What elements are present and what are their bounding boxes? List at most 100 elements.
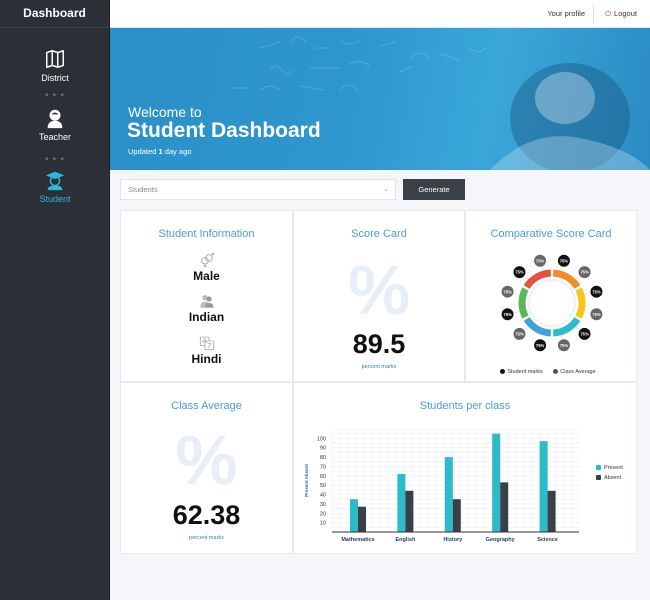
chevron-down-icon: ⌄ [383, 186, 389, 193]
score-card: Score Card % 89.5 percent marks [293, 210, 465, 382]
updated-value: 1 [158, 147, 163, 156]
card-title: Comparative Score Card [490, 228, 612, 240]
y-tick-label: 30 [320, 502, 326, 508]
language-value: Hindi [191, 352, 222, 366]
updated-suffix: day ago [164, 147, 192, 156]
badge-value: 75% [536, 258, 545, 263]
badge-value: 75% [515, 332, 524, 337]
y-tick-label: 60 [320, 474, 326, 480]
legend-swatch [596, 465, 601, 470]
sidebar-item-label: Student [39, 194, 71, 204]
bar-absent-history [452, 499, 461, 532]
teacher-icon [47, 109, 63, 129]
y-tick-label: 40 [320, 493, 326, 499]
bar-absent-science [547, 490, 556, 532]
x-tick-label: History [443, 537, 463, 543]
x-tick-label: English [395, 537, 416, 543]
topbar: Your profile ⏻ Logout [110, 0, 650, 28]
card-title: Score Card [351, 228, 407, 240]
badge-value: 75% [592, 289, 601, 294]
comparative-legend: Student marks Class Average [466, 363, 636, 381]
score-value: 89.5 [352, 329, 406, 359]
y-tick-label: 20 [320, 511, 326, 517]
y-tick-label: 100 [317, 436, 326, 442]
legend-dot-student [500, 369, 506, 375]
badge-value: 75% [503, 289, 512, 294]
sidebar-item-district[interactable]: District [0, 48, 110, 83]
profile-link[interactable]: Your profile [547, 9, 585, 18]
legend-label-student: Student marks [507, 368, 543, 375]
score-caption: percent marks [361, 364, 397, 370]
logout-link[interactable]: ⏻ Logout [605, 9, 637, 19]
student-select[interactable]: Students ⌄ [120, 179, 396, 200]
legend-label: Present [604, 465, 623, 471]
donut-segment [575, 287, 586, 319]
translate-icon [199, 336, 214, 351]
badge-value: 75% [560, 343, 569, 348]
bar-present-science [539, 441, 548, 532]
badge-value: 75% [503, 312, 512, 317]
legend-label: Absent [604, 475, 622, 481]
map-icon [46, 50, 64, 68]
student-information-card: Student Information Male Indian Hindi [120, 210, 293, 382]
y-tick-label: 50 [320, 483, 326, 489]
people-icon [199, 295, 214, 308]
sidebar-item-teacher[interactable]: Teacher [0, 107, 110, 142]
class-average-card: Class Average % 62.38 percent marks [120, 382, 293, 554]
bar-present-mathematics [350, 499, 358, 532]
badge-value: 75% [560, 258, 569, 263]
badge-value: 75% [536, 343, 545, 348]
sidebar-item-student[interactable]: Student [0, 169, 110, 204]
student-icon [45, 171, 65, 191]
hero-welcome: Welcome to [128, 104, 202, 120]
badge-value: 75% [515, 270, 524, 275]
percent-icon: % [347, 251, 411, 329]
badge-value: 75% [580, 270, 589, 275]
gender-icon [200, 252, 214, 268]
badge-value: 75% [580, 332, 589, 337]
legend-swatch [596, 475, 601, 480]
generate-button[interactable]: Generate [403, 179, 465, 200]
y-tick-label: 70 [320, 464, 326, 470]
sidebar-item-label: Teacher [38, 132, 72, 142]
power-icon: ⏻ [605, 9, 612, 18]
sidebar: Dashboard District • • • Teacher • • • S… [0, 0, 110, 600]
logout-label: Logout [614, 9, 637, 18]
class-average-value: 62.38 [172, 500, 241, 530]
y-tick-label: 80 [320, 455, 326, 461]
donut-inner-ring [528, 279, 576, 327]
card-title: Student Information [158, 228, 255, 240]
y-tick-label: 90 [320, 446, 326, 452]
topbar-divider [593, 5, 594, 23]
sidebar-separator: • • • [45, 90, 65, 100]
language-row: Hindi [121, 335, 292, 366]
donut-segment [518, 287, 529, 319]
hero-title: Student Dashboard [127, 119, 321, 142]
y-tick-label: 10 [320, 521, 326, 527]
students-per-class-card: Students per class 10 20 30 40 50 60 70 80 90 100… [293, 382, 637, 554]
percent-icon: % [175, 421, 238, 499]
gender-row: Male [121, 252, 292, 283]
sidebar-title: Dashboard [0, 0, 109, 28]
bar-absent-mathematics [358, 506, 366, 532]
students-per-class-chart: 10 20 30 40 50 60 70 80 90 100 Present Absent Mathe… [304, 428, 623, 543]
select-value: Students [128, 185, 158, 194]
hero-banner: Welcome to Student Dashboard Updated 1 d… [110, 28, 650, 170]
bar-present-history [444, 457, 453, 532]
comparative-donut-chart: 75% 75% 75% 75% 75% 75% 75% 75% 75% 75% 75% 75% [500, 253, 604, 353]
gender-value: Male [193, 269, 220, 283]
x-tick-label: Geography [486, 537, 516, 543]
hero-updated: Updated 1 day ago [128, 147, 191, 156]
legend-dot-class [553, 369, 559, 375]
legend-label-class: Class Average [560, 368, 596, 375]
nationality-value: Indian [188, 310, 225, 324]
x-tick-label: Mathematics [341, 537, 374, 543]
bar-present-geography [492, 433, 501, 532]
y-axis-label: Present Absent [304, 464, 309, 497]
updated-prefix: Updated [128, 147, 157, 156]
bar-absent-english [405, 490, 414, 532]
sidebar-separator: • • • [45, 154, 65, 164]
bar-absent-geography [500, 482, 509, 532]
comparative-score-card: Comparative Score Card 75% 75% 75% 75% 75% 75… [465, 210, 637, 382]
badge-value: 75% [592, 312, 601, 317]
